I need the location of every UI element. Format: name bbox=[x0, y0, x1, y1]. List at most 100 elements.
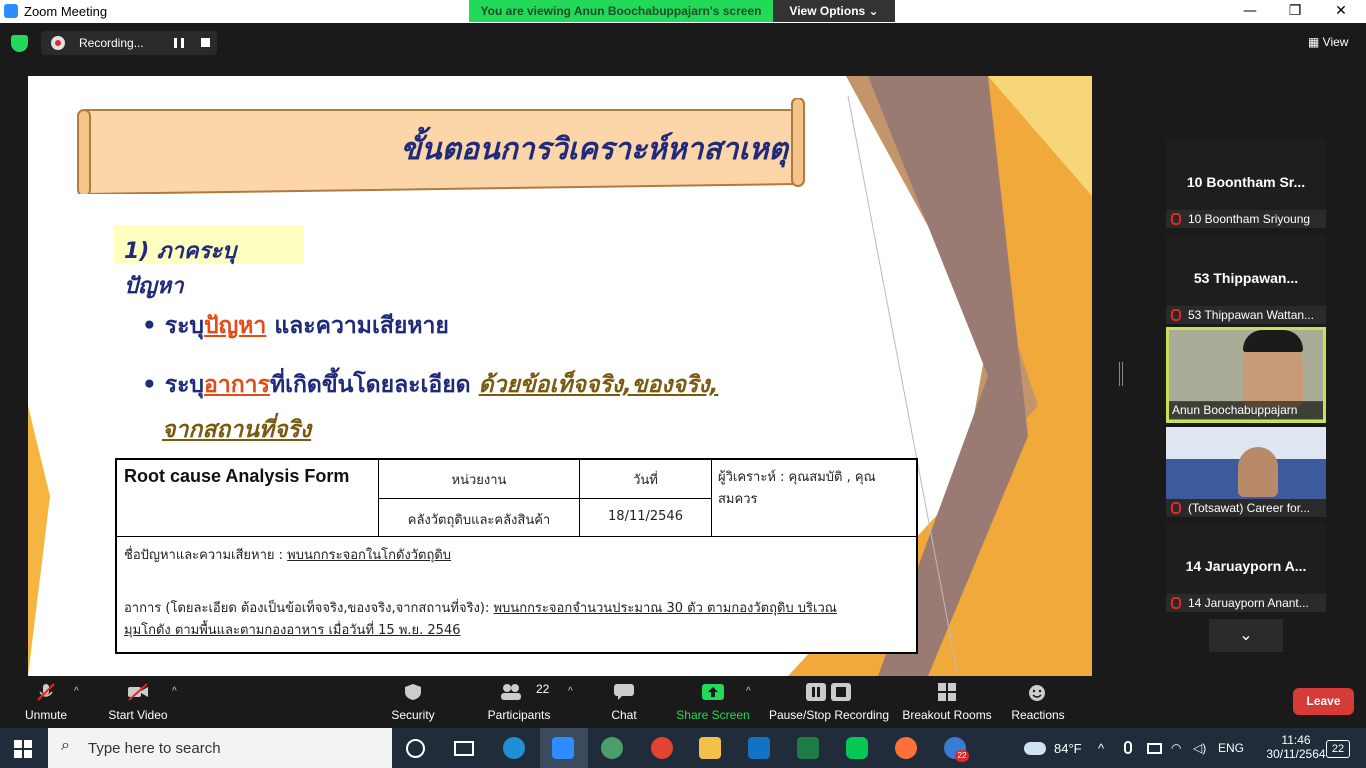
breakout-rooms-button[interactable]: Breakout Rooms bbox=[902, 676, 992, 728]
reactions-label: Reactions bbox=[1011, 708, 1065, 722]
participant-tile[interactable]: 14 Jaruayporn A... 14 Jaruayporn Anant..… bbox=[1166, 522, 1326, 612]
muted-microphone-icon bbox=[37, 683, 55, 701]
clock-time: 11:46 bbox=[1281, 733, 1311, 747]
clock[interactable]: 11:46 30/11/2564 bbox=[1266, 733, 1326, 761]
view-layout-button[interactable]: ▦ View bbox=[1308, 35, 1348, 49]
excel-icon[interactable] bbox=[797, 737, 819, 759]
pause-recording-icon[interactable] bbox=[174, 38, 184, 48]
file-explorer-icon[interactable] bbox=[699, 737, 721, 759]
participant-caption-text: 14 Jaruayporn Anant... bbox=[1188, 596, 1309, 610]
participant-caption: Anun Boochabuppajarn bbox=[1169, 401, 1323, 419]
windows-start-icon[interactable] bbox=[14, 740, 32, 758]
form-problem-row: ชื่อปัญหาและความเสียหาย : พบนกกระจอกในโก… bbox=[124, 544, 904, 565]
weather-icon[interactable] bbox=[1024, 742, 1046, 755]
security-button[interactable]: Security bbox=[383, 676, 443, 728]
record-icon bbox=[51, 36, 65, 50]
bullet-text: และความเสียหาย bbox=[266, 313, 449, 339]
cortana-icon[interactable] bbox=[406, 739, 425, 758]
leave-meeting-button[interactable]: Leave bbox=[1293, 688, 1354, 715]
recording-button-label: Pause/Stop Recording bbox=[768, 708, 890, 722]
chat-bubble-icon bbox=[614, 684, 634, 700]
form-analyst: ผู้วิเคราะห์ : คุณสมบัติ , คุณสมควร bbox=[711, 459, 918, 537]
breakout-rooms-label: Breakout Rooms bbox=[902, 708, 992, 722]
minimize-button[interactable]: — bbox=[1227, 0, 1273, 23]
share-screen-button[interactable]: Share Screen bbox=[674, 676, 752, 728]
video-options-caret[interactable]: ^ bbox=[172, 686, 177, 697]
root-cause-form: Root cause Analysis Form หน่วยงาน วันที่… bbox=[115, 458, 918, 654]
recording-label: Recording... bbox=[79, 36, 144, 50]
view-options-button[interactable]: View Options ⌄ bbox=[773, 0, 895, 22]
recording-indicator: Recording... bbox=[41, 31, 217, 55]
input-language[interactable]: ENG bbox=[1218, 741, 1244, 755]
line-app-icon[interactable] bbox=[846, 737, 868, 759]
unmute-button[interactable]: Unmute bbox=[14, 676, 78, 728]
participant-caption: (Totsawat) Career for... bbox=[1166, 499, 1326, 517]
participants-options-caret[interactable]: ^ bbox=[568, 686, 573, 697]
share-options-caret[interactable]: ^ bbox=[746, 686, 751, 697]
slide-title: ขั้นตอนการวิเคราะห์หาสาเหตุ bbox=[400, 132, 788, 167]
firefox-icon[interactable] bbox=[895, 737, 917, 759]
participant-caption-text: 10 Boontham Sriyoung bbox=[1188, 212, 1311, 226]
smiley-icon bbox=[1029, 685, 1045, 701]
participant-video-face bbox=[1238, 447, 1278, 497]
form-heading-cell: Root cause Analysis Form bbox=[116, 459, 379, 537]
scroll-down-button[interactable]: ⌄ bbox=[1209, 619, 1283, 652]
participant-tile[interactable]: 10 Boontham Sr... 10 Boontham Sriyoung bbox=[1166, 138, 1326, 228]
reactions-button[interactable]: Reactions bbox=[1010, 676, 1066, 728]
form-problem-value: พบนกกระจอกในโกดังวัตถุดิบ bbox=[287, 548, 452, 563]
form-unit-value: คลังวัตถุดิบและคลังสินค้า bbox=[378, 498, 580, 537]
weather-temp[interactable]: 84°F bbox=[1054, 741, 1082, 756]
microphone-tray-icon[interactable] bbox=[1124, 741, 1132, 754]
emphasis-text: ด้วยข้อเท็จจริง,ของจริง, bbox=[478, 372, 719, 398]
view-label: View bbox=[1322, 35, 1349, 49]
form-symptom-row: อาการ (โดยละเอียด ต้องเป็นข้อเท็จจริง,ขอ… bbox=[124, 598, 914, 642]
bullet-symptom-cont: จากสถานที่จริง bbox=[162, 412, 311, 448]
globe-app-icon[interactable] bbox=[601, 737, 623, 759]
panel-splitter[interactable] bbox=[1119, 362, 1123, 386]
zoom-app-icon[interactable] bbox=[552, 737, 574, 759]
muted-mic-icon bbox=[1171, 213, 1181, 225]
step-label: 1) ภาคระบุปัญหา bbox=[114, 225, 304, 299]
participant-caption: 10 Boontham Sriyoung bbox=[1166, 210, 1326, 228]
start-video-label: Start Video bbox=[108, 708, 168, 722]
wifi-icon[interactable]: ◠ bbox=[1171, 741, 1181, 755]
edge-browser-icon[interactable] bbox=[503, 737, 525, 759]
form-symptom-label: อาการ (โดยละเอียด ต้องเป็นข้อเท็จจริง,ขอ… bbox=[124, 601, 494, 616]
participants-count: 22 bbox=[536, 682, 550, 696]
outlook-icon[interactable] bbox=[748, 737, 770, 759]
participants-icon bbox=[501, 684, 521, 700]
maximize-button[interactable]: ❐ bbox=[1272, 0, 1318, 23]
participant-display-name: 53 Thippawan... bbox=[1193, 270, 1299, 286]
active-speaker-tile[interactable]: Anun Boochabuppajarn bbox=[1166, 327, 1326, 423]
participants-button[interactable]: 22 Participants bbox=[484, 676, 554, 728]
notification-center[interactable]: 22 bbox=[1326, 740, 1350, 758]
search-placeholder: Type here to search bbox=[88, 740, 221, 757]
participant-tile[interactable]: (Totsawat) Career for... bbox=[1166, 427, 1326, 517]
stop-recording-icon[interactable] bbox=[201, 38, 210, 47]
task-view-icon[interactable] bbox=[454, 741, 474, 756]
muted-mic-icon bbox=[1171, 309, 1181, 321]
bullet-symptom: • ระบุอาการที่เกิดขึ้นโดยละเอียด ด้วยข้อ… bbox=[142, 367, 718, 403]
audio-options-caret[interactable]: ^ bbox=[74, 686, 79, 697]
grid-icon: ▦ bbox=[1308, 35, 1323, 49]
shared-screen-slide: ขั้นตอนการวิเคราะห์หาสาเหตุ 1) ภาคระบุปั… bbox=[28, 76, 1092, 676]
participant-tile[interactable]: 53 Thippawan... 53 Thippawan Wattan... bbox=[1166, 234, 1326, 324]
chrome-icon[interactable] bbox=[651, 737, 673, 759]
highlight-text: อาการ bbox=[204, 372, 270, 398]
viewing-banner: You are viewing Anun Boochabuppajarn's s… bbox=[469, 0, 895, 22]
viewing-text: You are viewing Anun Boochabuppajarn's s… bbox=[469, 0, 773, 22]
tray-expand-icon[interactable]: ^ bbox=[1098, 741, 1104, 756]
chat-button[interactable]: Chat bbox=[600, 676, 648, 728]
taskbar-search-box[interactable]: ⌕ Type here to search bbox=[48, 728, 392, 768]
battery-icon[interactable] bbox=[1147, 743, 1162, 754]
bullet-dot: • bbox=[142, 372, 165, 398]
volume-icon[interactable]: ◁) bbox=[1193, 741, 1206, 755]
decor-shape-left bbox=[28, 406, 50, 676]
encryption-shield-icon[interactable] bbox=[11, 35, 28, 52]
share-screen-label: Share Screen bbox=[676, 708, 750, 722]
start-video-button[interactable]: Start Video bbox=[103, 676, 173, 728]
form-symptom-value-cont: มุมโกดัง ตามพื้นและตามกองอาหาร เมื่อวันท… bbox=[124, 623, 461, 638]
muted-mic-icon bbox=[1171, 597, 1181, 609]
pause-stop-recording-button[interactable]: Pause/Stop Recording bbox=[768, 676, 890, 728]
close-button[interactable]: ✕ bbox=[1318, 0, 1364, 23]
